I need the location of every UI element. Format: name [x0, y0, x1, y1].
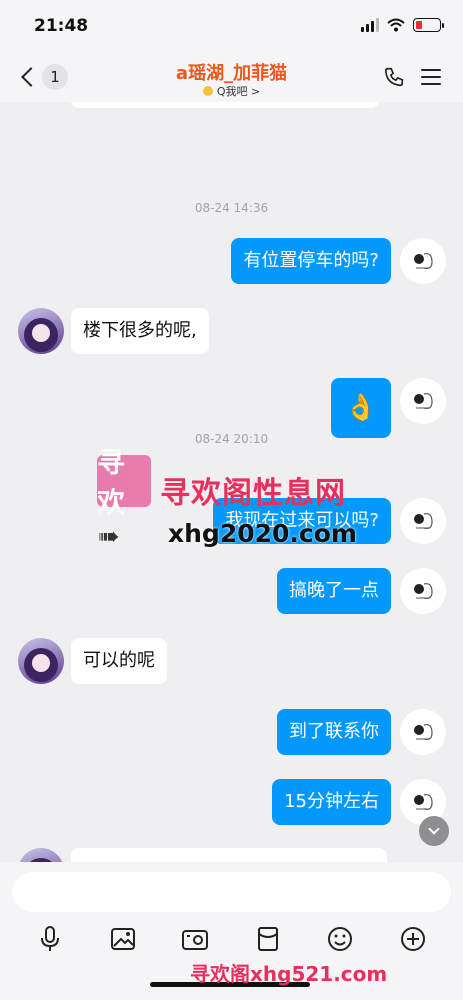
- wifi-icon: [387, 18, 405, 32]
- avatar-sketch-icon: [414, 724, 433, 740]
- avatar-sketch-icon: [414, 393, 433, 409]
- chevron-down-icon: [428, 823, 440, 835]
- watermark-bottom: 寻欢阁xhg521.com: [190, 962, 388, 986]
- status-bar: 21:48: [0, 0, 463, 56]
- scroll-down-button[interactable]: [419, 816, 449, 846]
- battery-icon: [413, 18, 444, 32]
- message-bubble-in[interactable]: 楼下很多的呢,: [71, 308, 209, 354]
- camera-icon[interactable]: [180, 924, 210, 954]
- avatar[interactable]: [18, 848, 64, 862]
- message-bubble-out[interactable]: 到了联系你: [277, 709, 391, 755]
- message-input[interactable]: [12, 872, 451, 912]
- avatar[interactable]: [400, 568, 446, 614]
- menu-icon[interactable]: [421, 69, 441, 90]
- previous-message-bubble: [70, 102, 380, 108]
- watermark-logo: 寻欢: [97, 446, 151, 519]
- arrow-icon: ➠: [98, 522, 120, 552]
- avatar-sketch-icon: [414, 253, 433, 269]
- avatar-sketch-icon: [414, 513, 433, 529]
- emoji-icon[interactable]: [325, 924, 355, 954]
- signal-icon: [361, 18, 379, 32]
- message-bubble-in[interactable]: [71, 848, 387, 862]
- image-icon[interactable]: [108, 924, 138, 954]
- watermark-text: 寻欢阁性息网: [160, 476, 346, 511]
- message-bubble-out[interactable]: 👌: [330, 378, 391, 438]
- avatar[interactable]: [400, 378, 446, 424]
- red-packet-icon[interactable]: [253, 924, 283, 954]
- avatar[interactable]: [400, 238, 446, 284]
- status-icons: [361, 18, 444, 32]
- mic-icon[interactable]: [35, 924, 65, 954]
- avatar-sketch-icon: [414, 583, 433, 599]
- message-bubble-in[interactable]: 可以的呢: [71, 638, 167, 684]
- smiley-icon: [202, 86, 213, 96]
- toolbar: [0, 924, 463, 954]
- timestamp: 08-24 14:36: [194, 201, 269, 215]
- avatar[interactable]: [400, 709, 446, 755]
- watermark-url: xhg2020.com: [168, 519, 357, 548]
- phone-icon[interactable]: [383, 66, 405, 88]
- message-bubble-out[interactable]: 搞晚了一点: [277, 568, 391, 614]
- plus-icon[interactable]: [398, 924, 428, 954]
- status-time: 21:48: [34, 16, 89, 36]
- message-bubble-out[interactable]: 有位置停车的吗?: [231, 238, 391, 284]
- avatar-sketch-icon: [414, 794, 433, 810]
- chat-header: 1 a瑶湖_加菲猫 Q我吧 >: [0, 56, 463, 102]
- avatar[interactable]: [400, 498, 446, 544]
- subtitle-text: Q我吧 >: [216, 85, 261, 98]
- avatar[interactable]: [18, 638, 64, 684]
- avatar[interactable]: [18, 308, 64, 354]
- message-bubble-out[interactable]: 15分钟左右: [272, 779, 391, 825]
- timestamp: 08-24 20:10: [194, 432, 269, 446]
